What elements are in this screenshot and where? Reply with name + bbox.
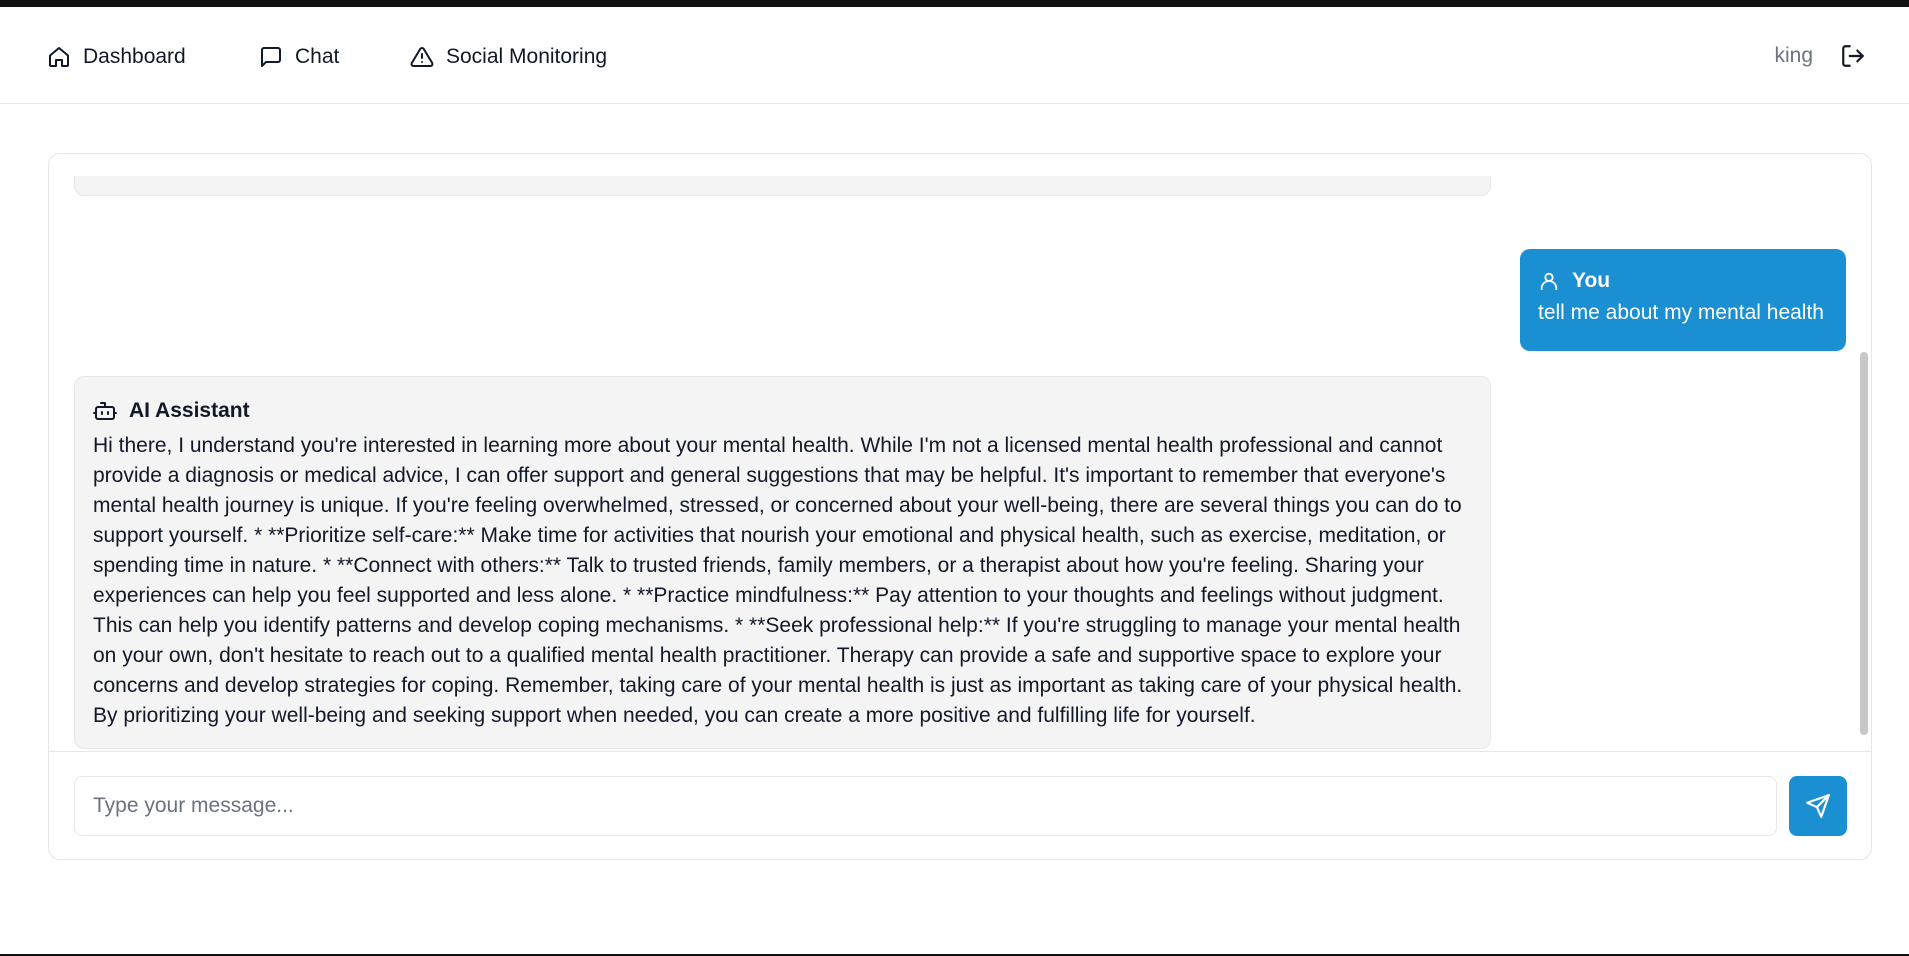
- bot-icon: [93, 402, 117, 420]
- user-message-bubble: You tell me about my mental health: [1520, 249, 1846, 351]
- message-composer: [49, 751, 1871, 859]
- message-sender: You: [1538, 269, 1828, 293]
- home-icon: [49, 47, 69, 67]
- nav-item-chat[interactable]: Chat: [259, 42, 339, 72]
- send-icon: [1806, 794, 1830, 818]
- nav-item-label: Chat: [295, 45, 340, 68]
- message-sender: AI Assistant: [93, 399, 1472, 423]
- current-user-name: king: [1774, 44, 1813, 67]
- message-text: Hi there, I understand you're interested…: [93, 434, 1463, 727]
- message-square-icon: [261, 47, 281, 67]
- nav-item-social-monitoring[interactable]: Social Monitoring: [410, 42, 607, 72]
- sender-name: You: [1572, 269, 1611, 292]
- nav-item-label: Dashboard: [83, 45, 186, 68]
- previous-message-bubble: [74, 176, 1491, 196]
- user-icon: [1540, 272, 1558, 291]
- send-button[interactable]: [1789, 776, 1847, 836]
- nav-item-label: Social Monitoring: [446, 45, 608, 68]
- message-input[interactable]: [74, 776, 1777, 836]
- nav-item-dashboard[interactable]: Dashboard: [47, 42, 186, 72]
- assistant-message-bubble: AI Assistant Hi there, I understand you'…: [74, 376, 1491, 749]
- top-navigation: Dashboard Chat Social Monitoring king: [0, 7, 1909, 104]
- alert-triangle-icon: [410, 46, 434, 67]
- sender-name: AI Assistant: [129, 399, 250, 422]
- messages-scrollbar[interactable]: [1860, 352, 1868, 735]
- chat-panel: You tell me about my mental health AI As…: [48, 153, 1872, 860]
- message-text: tell me about my mental health: [1538, 301, 1824, 324]
- logout-icon: [1842, 45, 1864, 67]
- top-border: [0, 0, 1909, 7]
- logout-button[interactable]: [1840, 43, 1866, 69]
